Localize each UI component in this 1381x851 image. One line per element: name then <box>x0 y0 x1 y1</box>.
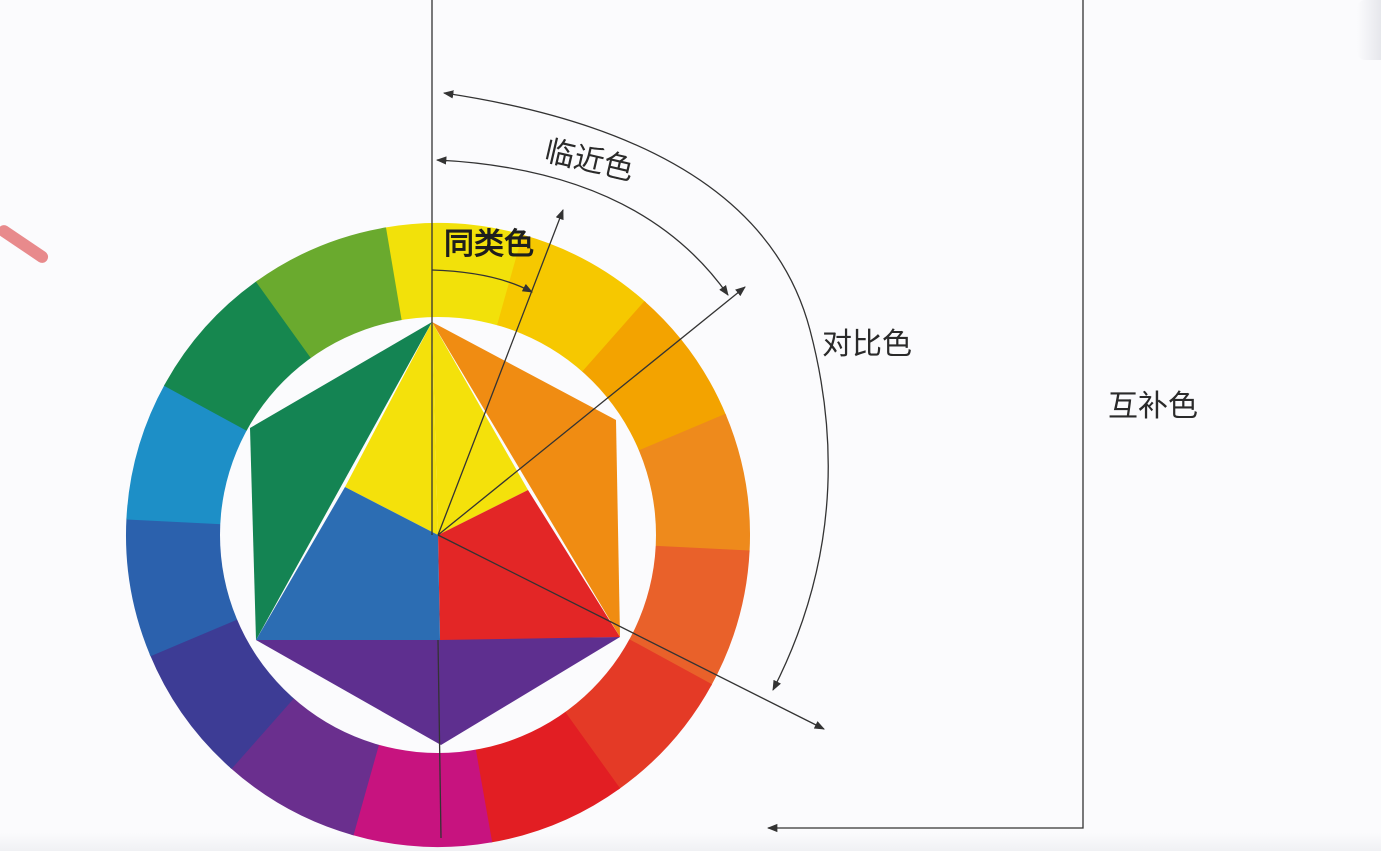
complementary-color-label: 互补色 <box>1108 389 1198 424</box>
similar-color-label: 同类色 <box>444 227 534 262</box>
color-wheel-diagram: 同类色 临近色 对比色 互补色 <box>125 0 1198 847</box>
contrast-color-label: 对比色 <box>822 327 912 362</box>
adjacent-color-label: 临近色 <box>541 134 637 188</box>
complementary-bracket <box>766 0 1084 833</box>
